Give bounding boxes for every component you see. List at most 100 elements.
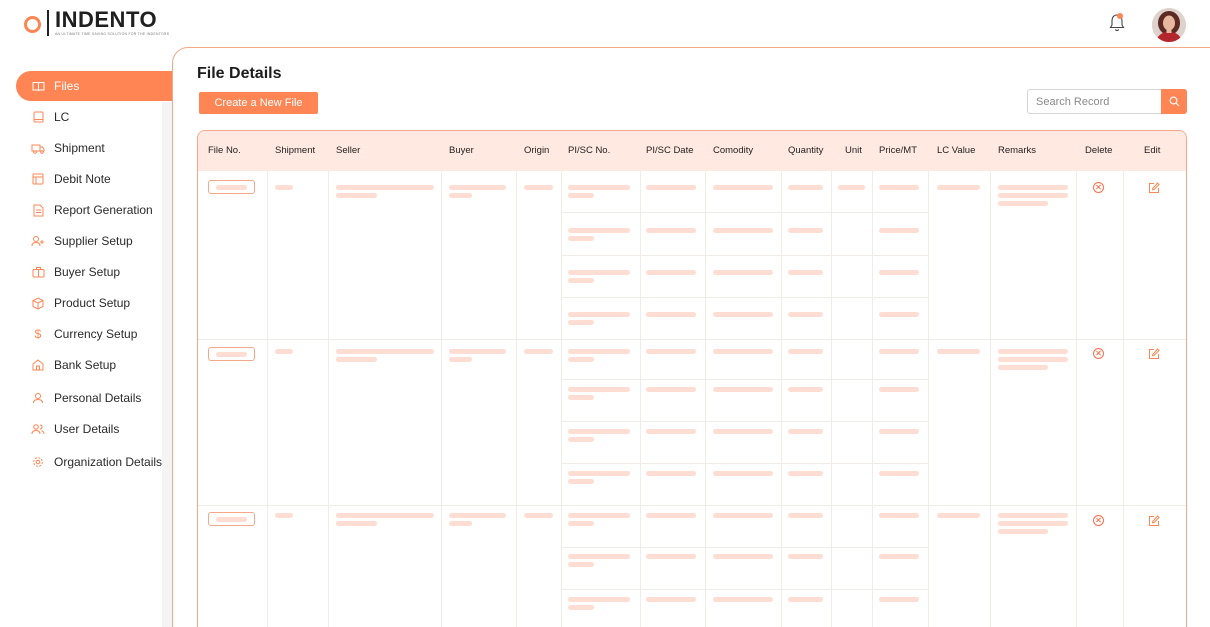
loading-placeholder [568,479,594,484]
files-table: File No. Shipment Seller Buyer Origin PI… [197,130,1187,627]
loading-placeholder [937,185,980,190]
loading-placeholder [524,349,553,354]
column-header[interactable]: Buyer [449,145,474,156]
sidebar-item-label: User Details [54,422,120,436]
sidebar-item-bank-setup[interactable]: Bank Setup [16,350,166,380]
user-avatar[interactable] [1152,8,1186,42]
sidebar-item-files[interactable]: Files [16,71,172,101]
loading-placeholder [998,357,1068,362]
delete-icon[interactable] [1093,515,1104,526]
file-number-placeholder[interactable] [208,347,255,361]
loading-placeholder [646,185,696,190]
loading-placeholder [568,387,630,392]
notification-dot [1117,13,1123,19]
column-divider [441,171,442,627]
brand-logo[interactable]: INDENTO AN ULTIMATE TIME SAVING SOLUTION… [24,7,169,36]
loading-placeholder [275,349,293,354]
sidebar-item-label: Currency Setup [54,327,138,341]
loading-placeholder [568,357,594,362]
users-icon [31,422,45,436]
loading-placeholder [998,201,1048,206]
column-header[interactable]: PI/SC No. [568,145,610,156]
column-header[interactable]: Unit [845,145,862,156]
column-header[interactable]: LC Value [937,145,975,156]
file-number-placeholder[interactable] [208,512,255,526]
loading-placeholder [336,521,377,526]
loading-placeholder [336,193,377,198]
loading-placeholder [998,529,1048,534]
loading-placeholder [336,513,434,518]
search-input[interactable] [1028,90,1158,113]
loading-placeholder [524,185,553,190]
subrow-divider [561,463,872,464]
sidebar-item-lc[interactable]: LC [16,102,166,132]
create-file-button[interactable]: Create a New File [199,92,318,114]
edit-icon[interactable] [1148,515,1160,527]
loading-placeholder [646,471,696,476]
brand-name: INDENTO [55,7,158,32]
column-header[interactable]: Delete [1085,145,1112,156]
sidebar-item-report-generation[interactable]: Report Generation [16,195,166,225]
top-bar: INDENTO AN ULTIMATE TIME SAVING SOLUTION… [0,0,1210,47]
edit-icon[interactable] [1148,182,1160,194]
sidebar-item-label: Supplier Setup [54,234,133,248]
delete-icon[interactable] [1093,348,1104,359]
column-header[interactable]: Comodity [713,145,753,156]
subrow-divider [561,212,872,213]
column-header[interactable]: Shipment [275,145,315,156]
loading-placeholder [449,513,506,518]
file-number-placeholder[interactable] [208,180,255,194]
loading-placeholder [646,597,696,602]
sidebar-item-debit-note[interactable]: Debit Note [16,164,166,194]
search-icon [1169,96,1179,107]
sidebar-item-buyer-setup[interactable]: Buyer Setup [16,257,166,287]
sidebar-item-label: Buyer Setup [54,265,121,279]
column-header[interactable]: Quantity [788,145,823,156]
loading-placeholder [788,513,823,518]
loading-placeholder [788,270,823,275]
column-header[interactable]: Seller [336,145,360,156]
loading-placeholder [449,357,472,362]
column-header[interactable]: PI/SC Date [646,145,694,156]
loading-placeholder [713,471,773,476]
loading-placeholder [713,597,773,602]
sidebar-item-organization-details[interactable]: Organization Details [16,447,166,477]
sidebar-item-label: Debit Note [54,172,111,186]
loading-placeholder [524,513,553,518]
subrow-divider [872,297,928,298]
column-header[interactable]: Price/MT [879,145,917,156]
loading-placeholder [713,228,773,233]
loading-placeholder [568,521,594,526]
subrow-divider [872,589,928,590]
loading-placeholder [788,312,823,317]
sidebar-item-product-setup[interactable]: Product Setup [16,288,166,318]
document-icon [31,110,45,124]
user-plus-icon [31,234,45,248]
sidebar-item-currency-setup[interactable]: $ Currency Setup [16,319,166,349]
sidebar-item-shipment[interactable]: Shipment [16,133,166,163]
loading-placeholder [568,395,594,400]
briefcase-icon [31,265,45,279]
sidebar-item-label: Report Generation [54,203,153,217]
edit-icon[interactable] [1148,348,1160,360]
column-divider [1123,171,1124,627]
loading-placeholder [998,185,1068,190]
loading-placeholder [568,185,630,190]
sidebar-item-supplier-setup[interactable]: Supplier Setup [16,226,166,256]
subrow-divider [561,297,872,298]
loading-placeholder [646,312,696,317]
loading-placeholder [998,193,1068,198]
loading-placeholder [713,185,773,190]
delete-icon[interactable] [1093,182,1104,193]
search-button[interactable] [1161,89,1187,114]
sidebar-item-personal-details[interactable]: Personal Details [16,383,166,413]
loading-placeholder [713,349,773,354]
loading-placeholder [568,597,630,602]
column-header[interactable]: Edit [1144,145,1160,156]
sidebar-item-user-details[interactable]: User Details [16,414,166,444]
column-header[interactable]: Origin [524,145,549,156]
loading-placeholder [449,185,506,190]
column-header[interactable]: File No. [208,145,241,156]
column-header[interactable]: Remarks [998,145,1036,156]
loading-placeholder [646,387,696,392]
